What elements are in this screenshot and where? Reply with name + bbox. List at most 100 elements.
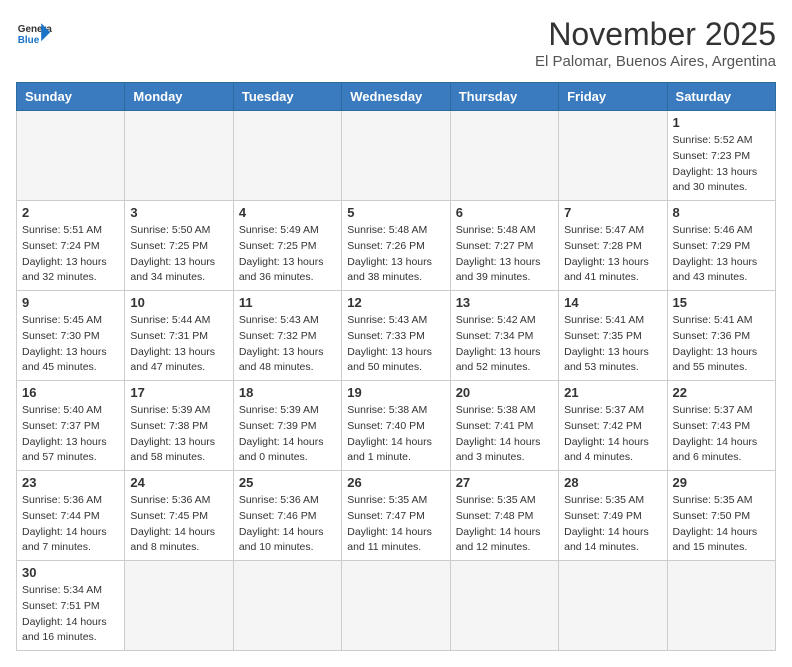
day-number: 2	[22, 205, 119, 220]
calendar-cell	[17, 111, 125, 201]
day-info: Sunrise: 5:39 AMSunset: 7:38 PMDaylight:…	[130, 403, 227, 466]
day-number: 11	[239, 295, 336, 310]
location-title: El Palomar, Buenos Aires, Argentina	[535, 53, 776, 70]
calendar-cell: 4 Sunrise: 5:49 AMSunset: 7:25 PMDaylight…	[233, 201, 341, 291]
day-info: Sunrise: 5:51 AMSunset: 7:24 PMDaylight:…	[22, 223, 119, 286]
calendar-cell: 19 Sunrise: 5:38 AMSunset: 7:40 PMDayligh…	[342, 381, 450, 471]
day-number: 23	[22, 475, 119, 490]
day-number: 19	[347, 385, 444, 400]
calendar-cell: 21 Sunrise: 5:37 AMSunset: 7:42 PMDayligh…	[559, 381, 667, 471]
weekday-header-monday: Monday	[125, 83, 233, 111]
day-info: Sunrise: 5:52 AMSunset: 7:23 PMDaylight:…	[673, 133, 770, 196]
day-info: Sunrise: 5:44 AMSunset: 7:31 PMDaylight:…	[130, 313, 227, 376]
day-number: 26	[347, 475, 444, 490]
day-number: 28	[564, 475, 661, 490]
page-header: General Blue November 2025 El Palomar, B…	[16, 16, 776, 70]
day-number: 1	[673, 115, 770, 130]
day-info: Sunrise: 5:41 AMSunset: 7:35 PMDaylight:…	[564, 313, 661, 376]
calendar-table: SundayMondayTuesdayWednesdayThursdayFrid…	[16, 82, 776, 651]
day-info: Sunrise: 5:45 AMSunset: 7:30 PMDaylight:…	[22, 313, 119, 376]
day-number: 13	[456, 295, 553, 310]
calendar-cell: 20Sunrise: 5:38 AMSunset: 7:41 PMDayligh…	[450, 381, 558, 471]
month-title: November 2025	[535, 16, 776, 53]
calendar-cell	[559, 111, 667, 201]
weekday-header-tuesday: Tuesday	[233, 83, 341, 111]
day-info: Sunrise: 5:37 AMSunset: 7:43 PMDaylight:…	[673, 403, 770, 466]
week-row-3: 16Sunrise: 5:40 AMSunset: 7:37 PMDayligh…	[17, 381, 776, 471]
calendar-cell	[342, 561, 450, 651]
calendar-cell: 17 Sunrise: 5:39 AMSunset: 7:38 PMDayligh…	[125, 381, 233, 471]
day-number: 10	[130, 295, 227, 310]
week-row-1: 2 Sunrise: 5:51 AMSunset: 7:24 PMDaylight…	[17, 201, 776, 291]
day-number: 27	[456, 475, 553, 490]
day-info: Sunrise: 5:35 AMSunset: 7:48 PMDaylight:…	[456, 493, 553, 556]
calendar-cell	[125, 561, 233, 651]
week-row-5: 30Sunrise: 5:34 AMSunset: 7:51 PMDayligh…	[17, 561, 776, 651]
calendar-cell	[233, 111, 341, 201]
calendar-cell: 12Sunrise: 5:43 AMSunset: 7:33 PMDayligh…	[342, 291, 450, 381]
day-info: Sunrise: 5:48 AMSunset: 7:26 PMDaylight:…	[347, 223, 444, 286]
day-number: 7	[564, 205, 661, 220]
calendar-cell: 26 Sunrise: 5:35 AMSunset: 7:47 PMDayligh…	[342, 471, 450, 561]
day-number: 5	[347, 205, 444, 220]
day-number: 14	[564, 295, 661, 310]
day-info: Sunrise: 5:36 AMSunset: 7:46 PMDaylight:…	[239, 493, 336, 556]
week-row-0: 1 Sunrise: 5:52 AMSunset: 7:23 PMDaylight…	[17, 111, 776, 201]
day-info: Sunrise: 5:38 AMSunset: 7:40 PMDaylight:…	[347, 403, 444, 466]
day-number: 25	[239, 475, 336, 490]
calendar-cell	[667, 561, 775, 651]
calendar-cell: 2 Sunrise: 5:51 AMSunset: 7:24 PMDaylight…	[17, 201, 125, 291]
calendar-cell: 8Sunrise: 5:46 AMSunset: 7:29 PMDaylight…	[667, 201, 775, 291]
day-number: 15	[673, 295, 770, 310]
day-info: Sunrise: 5:43 AMSunset: 7:32 PMDaylight:…	[239, 313, 336, 376]
day-info: Sunrise: 5:38 AMSunset: 7:41 PMDaylight:…	[456, 403, 553, 466]
weekday-header-thursday: Thursday	[450, 83, 558, 111]
calendar-cell	[233, 561, 341, 651]
calendar-cell: 24Sunrise: 5:36 AMSunset: 7:45 PMDayligh…	[125, 471, 233, 561]
week-row-2: 9 Sunrise: 5:45 AMSunset: 7:30 PMDaylight…	[17, 291, 776, 381]
calendar-cell	[450, 561, 558, 651]
calendar-cell: 14 Sunrise: 5:41 AMSunset: 7:35 PMDayligh…	[559, 291, 667, 381]
day-info: Sunrise: 5:40 AMSunset: 7:37 PMDaylight:…	[22, 403, 119, 466]
calendar-cell: 16Sunrise: 5:40 AMSunset: 7:37 PMDayligh…	[17, 381, 125, 471]
day-info: Sunrise: 5:49 AMSunset: 7:25 PMDaylight:…	[239, 223, 336, 286]
day-number: 4	[239, 205, 336, 220]
day-number: 17	[130, 385, 227, 400]
logo: General Blue	[16, 16, 52, 52]
week-row-4: 23 Sunrise: 5:36 AMSunset: 7:44 PMDayligh…	[17, 471, 776, 561]
day-info: Sunrise: 5:43 AMSunset: 7:33 PMDaylight:…	[347, 313, 444, 376]
day-number: 22	[673, 385, 770, 400]
weekday-header-saturday: Saturday	[667, 83, 775, 111]
calendar-cell: 15 Sunrise: 5:41 AMSunset: 7:36 PMDayligh…	[667, 291, 775, 381]
weekday-header-friday: Friday	[559, 83, 667, 111]
day-info: Sunrise: 5:35 AMSunset: 7:50 PMDaylight:…	[673, 493, 770, 556]
calendar-cell: 13Sunrise: 5:42 AMSunset: 7:34 PMDayligh…	[450, 291, 558, 381]
day-info: Sunrise: 5:41 AMSunset: 7:36 PMDaylight:…	[673, 313, 770, 376]
calendar-cell: 7 Sunrise: 5:47 AMSunset: 7:28 PMDaylight…	[559, 201, 667, 291]
day-info: Sunrise: 5:48 AMSunset: 7:27 PMDaylight:…	[456, 223, 553, 286]
day-info: Sunrise: 5:35 AMSunset: 7:49 PMDaylight:…	[564, 493, 661, 556]
calendar-cell: 1 Sunrise: 5:52 AMSunset: 7:23 PMDaylight…	[667, 111, 775, 201]
day-info: Sunrise: 5:34 AMSunset: 7:51 PMDaylight:…	[22, 583, 119, 646]
day-number: 24	[130, 475, 227, 490]
day-info: Sunrise: 5:36 AMSunset: 7:44 PMDaylight:…	[22, 493, 119, 556]
title-block: November 2025 El Palomar, Buenos Aires, …	[535, 16, 776, 70]
day-info: Sunrise: 5:47 AMSunset: 7:28 PMDaylight:…	[564, 223, 661, 286]
day-number: 21	[564, 385, 661, 400]
calendar-cell: 18Sunrise: 5:39 AMSunset: 7:39 PMDayligh…	[233, 381, 341, 471]
weekday-header-wednesday: Wednesday	[342, 83, 450, 111]
day-number: 18	[239, 385, 336, 400]
day-info: Sunrise: 5:35 AMSunset: 7:47 PMDaylight:…	[347, 493, 444, 556]
day-info: Sunrise: 5:37 AMSunset: 7:42 PMDaylight:…	[564, 403, 661, 466]
day-number: 6	[456, 205, 553, 220]
calendar-cell: 9 Sunrise: 5:45 AMSunset: 7:30 PMDaylight…	[17, 291, 125, 381]
weekday-header-row: SundayMondayTuesdayWednesdayThursdayFrid…	[17, 83, 776, 111]
calendar-cell: 11 Sunrise: 5:43 AMSunset: 7:32 PMDayligh…	[233, 291, 341, 381]
calendar-cell: 27 Sunrise: 5:35 AMSunset: 7:48 PMDayligh…	[450, 471, 558, 561]
calendar-cell: 22 Sunrise: 5:37 AMSunset: 7:43 PMDayligh…	[667, 381, 775, 471]
logo-icon: General Blue	[16, 16, 52, 52]
day-number: 9	[22, 295, 119, 310]
calendar-cell: 23 Sunrise: 5:36 AMSunset: 7:44 PMDayligh…	[17, 471, 125, 561]
weekday-header-sunday: Sunday	[17, 83, 125, 111]
calendar-cell: 29Sunrise: 5:35 AMSunset: 7:50 PMDayligh…	[667, 471, 775, 561]
